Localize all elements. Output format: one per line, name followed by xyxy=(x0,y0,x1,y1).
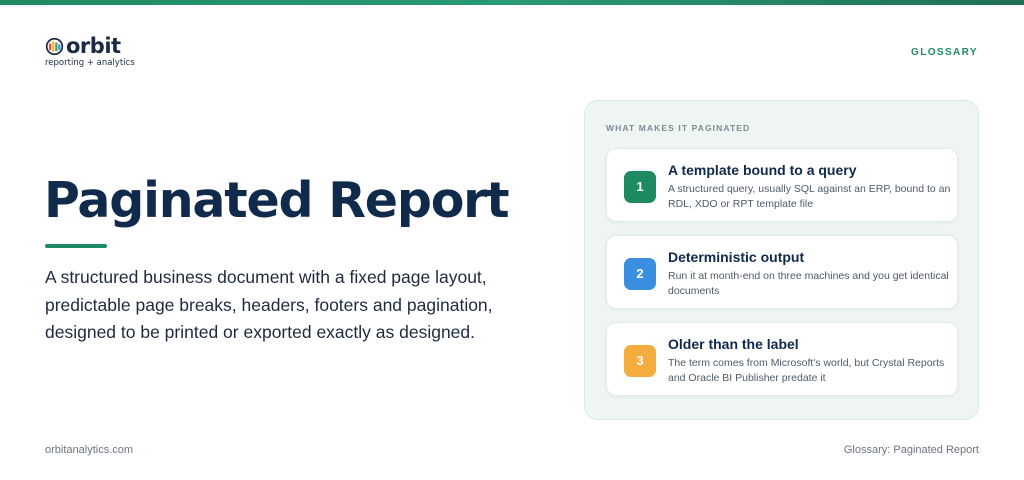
title-underline xyxy=(45,244,107,248)
card-text-3: The term comes from Microsoft's world, b… xyxy=(668,357,945,384)
card-title-3: Older than the label xyxy=(668,336,799,352)
term-definition: A structured business document with a fi… xyxy=(45,267,493,342)
card-text-2: Run it at month-end on three machines an… xyxy=(668,270,949,297)
footer-website: orbitanalytics.com xyxy=(45,444,134,456)
card-title-1: A template bound to a query xyxy=(668,162,857,178)
top-accent-bar xyxy=(0,0,1024,5)
card-text-1: A structured query, usually SQL against … xyxy=(668,183,951,210)
orbit-logo: orbit reporting + analytics xyxy=(45,35,155,69)
number-badge-1: 1 xyxy=(624,171,656,203)
characteristic-card-2: 2 Deterministic output Run it at month-e… xyxy=(606,235,958,309)
panel-heading: WHAT MAKES IT PAGINATED xyxy=(606,123,751,133)
characteristics-panel: WHAT MAKES IT PAGINATED 1 A template bou… xyxy=(584,100,979,420)
brand-tagline: reporting + analytics xyxy=(45,58,135,68)
card-title-2: Deterministic output xyxy=(668,249,805,265)
characteristic-card-1: 1 A template bound to a query A structur… xyxy=(606,148,958,222)
number-badge-2: 2 xyxy=(624,258,656,290)
number-badge-3: 3 xyxy=(624,345,656,377)
section-label: GLOSSARY xyxy=(911,47,978,58)
page-title: Paginated Report xyxy=(44,172,510,229)
orbit-logo-icon xyxy=(45,37,64,55)
characteristic-card-3: 3 Older than the label The term comes fr… xyxy=(606,322,958,396)
footer-page-label: Glossary: Paginated Report xyxy=(843,444,979,456)
brand-name: orbit xyxy=(66,34,121,58)
